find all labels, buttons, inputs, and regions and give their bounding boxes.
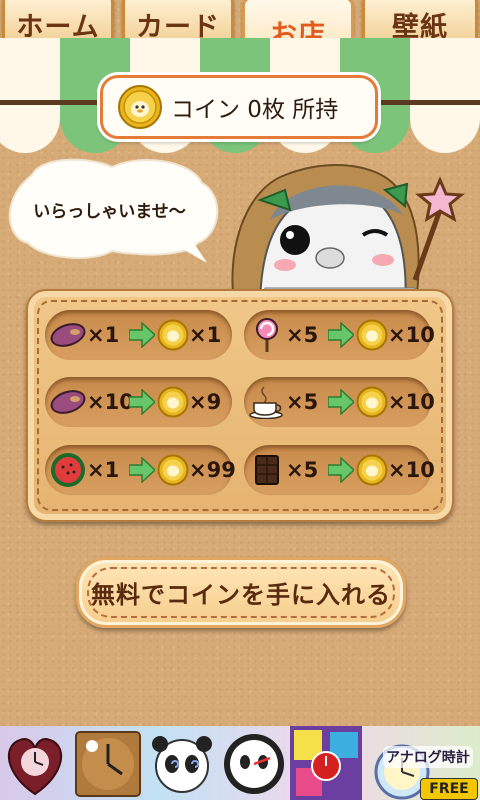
watermelon-icon (51, 453, 85, 487)
coin-balance-text: コイン 0枚 所持 (171, 97, 339, 123)
arrow-right-icon (328, 457, 354, 483)
ad-free-badge: FREE (420, 778, 478, 800)
exchange-qty: ×5 (286, 390, 319, 414)
greeting-bubble: いらっしゃいませ〜 (2, 155, 222, 265)
arrow-right-icon (129, 322, 155, 348)
wood-clock-ad-icon (75, 731, 141, 797)
exchange-reward: ×9 (189, 390, 222, 414)
arrow-right-icon (328, 389, 354, 415)
exchange-qty: ×1 (87, 458, 120, 482)
pop-clock-ad-icon (290, 726, 362, 800)
exchange-reward: ×10 (388, 390, 435, 414)
coin-balance-banner: コイン 0枚 所持 (100, 75, 378, 139)
exchange-qty: ×5 (286, 458, 319, 482)
panda-ad-icon (152, 736, 212, 793)
exchange-slot-6[interactable]: ×5 ×10 (244, 445, 435, 495)
coin-icon (157, 386, 189, 418)
heart-clock-ad-icon (7, 738, 63, 796)
penguin-mascot (231, 163, 465, 310)
sweet-potato-icon (50, 323, 86, 347)
exchange-reward: ×10 (388, 323, 435, 347)
exchange-reward: ×1 (189, 323, 222, 347)
exchange-qty: ×5 (286, 323, 319, 347)
exchange-reward: ×99 (189, 458, 236, 482)
sweet-potato-icon (50, 390, 86, 414)
exchange-qty: ×1 (87, 323, 120, 347)
arrow-right-icon (129, 457, 155, 483)
coin-icon (157, 319, 189, 351)
coin-icon (356, 454, 388, 486)
coin-icon (118, 85, 162, 129)
get-free-coins-button[interactable]: 無料でコインを手に入れる (76, 557, 406, 628)
ad-label: アナログ時計 (383, 746, 473, 768)
exchange-slot-4[interactable]: ×5 ×10 (244, 377, 435, 427)
coin-icon (356, 386, 388, 418)
lollipop-icon (256, 318, 278, 352)
exchange-slot-1[interactable]: ×1 ×1 (45, 310, 232, 360)
exchange-slot-5[interactable]: ×1 ×99 (45, 445, 236, 495)
coin-icon (356, 319, 388, 351)
exchange-reward: ×10 (388, 458, 435, 482)
chocolate-icon (255, 455, 279, 485)
greeting-text: いらっしゃいませ〜 (33, 202, 186, 222)
arrow-right-icon (328, 322, 354, 348)
exchange-qty: ×10 (87, 390, 134, 414)
arrow-right-icon (129, 389, 155, 415)
coin-icon (157, 454, 189, 486)
exchange-slot-3[interactable]: ×10 ×9 (45, 377, 232, 427)
ad-banner[interactable]: アナログ時計 FREE (0, 726, 480, 800)
get-free-coins-label: 無料でコインを手に入れる (91, 581, 391, 609)
panda-clock-ad-icon (224, 734, 284, 794)
coffee-cup-icon (249, 386, 283, 419)
exchange-slot-2[interactable]: ×5 ×10 (244, 310, 435, 360)
